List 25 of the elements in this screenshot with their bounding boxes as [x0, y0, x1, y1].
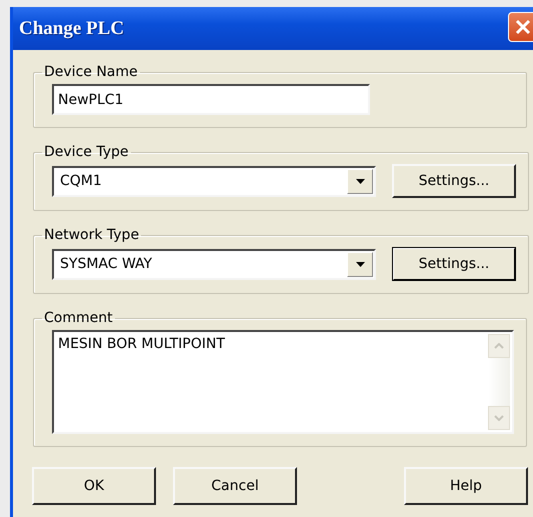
caret-icon [356, 262, 364, 266]
group-label: Comment [43, 310, 114, 326]
dropdown[interactable]: SYSMAC WAY [52, 248, 376, 280]
close-icon [515, 19, 531, 35]
dropdown-value: CQM1 [59, 173, 103, 189]
dropdown-value: SYSMAC WAY [59, 256, 154, 272]
dialog-button[interactable]: Cancel [173, 467, 297, 505]
input-field[interactable]: NewPLC1 [52, 84, 370, 115]
chevron-down-icon [494, 415, 504, 421]
close-button[interactable] [508, 12, 533, 42]
settings-button[interactable]: Settings... [392, 247, 516, 281]
chevron-up-icon [494, 343, 504, 349]
dialog-button[interactable]: Help [404, 467, 528, 505]
settings-button[interactable]: Settings... [392, 164, 516, 198]
group-label: Device Name [43, 64, 139, 80]
comment-text: MESIN BOR MULTIPOINT [58, 336, 225, 352]
dropdown-button[interactable] [347, 252, 373, 276]
text-area[interactable]: MESIN BOR MULTIPOINT [52, 330, 514, 434]
dialog-button[interactable]: OK [32, 467, 156, 505]
group-label: Device Type [43, 144, 130, 160]
dropdown[interactable]: CQM1 [52, 166, 376, 196]
window-title: Change PLC [19, 18, 124, 40]
caret-icon [356, 178, 364, 184]
dropdown-button[interactable] [347, 168, 373, 194]
group-label: Network Type [43, 227, 140, 243]
